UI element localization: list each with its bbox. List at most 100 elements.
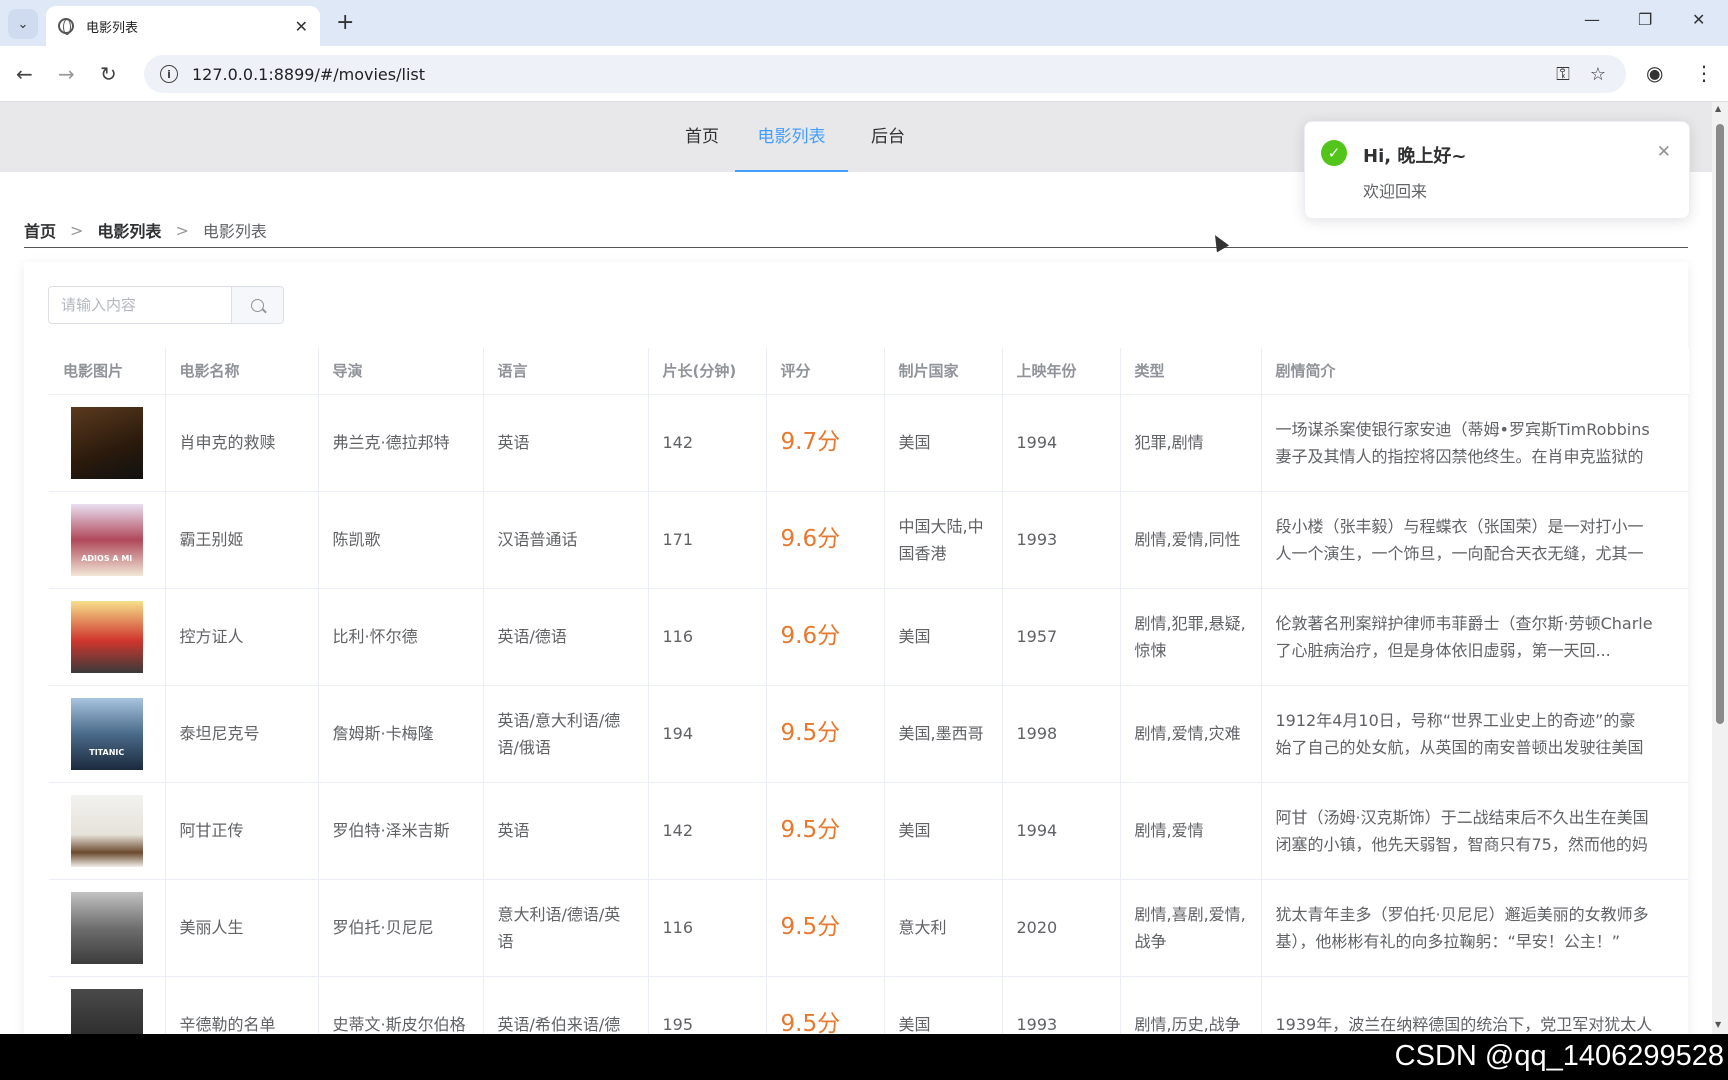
cell-genre: 剧情,喜剧,爱情,战争 — [1120, 879, 1262, 977]
url-text[interactable]: 127.0.0.1:8899/#/movies/list — [192, 65, 1556, 84]
breadcrumb-home[interactable]: 首页 — [24, 218, 56, 242]
country-text: 美国 — [898, 821, 931, 840]
tab-search-button[interactable]: ⌄ — [8, 9, 38, 39]
breadcrumb-separator: > — [175, 220, 189, 240]
movie-poster-image[interactable]: TITANIC — [70, 697, 143, 770]
cell-length: 142 — [648, 782, 767, 880]
cell-genre: 剧情,爱情 — [1120, 782, 1262, 880]
cell-description: 一场谋杀案使银行家安迪（蒂姆•罗宾斯TimRobbins 妻子及其情人的指控将囚禁… — [1261, 394, 1689, 492]
scroll-down-icon[interactable]: ▼ — [1715, 1020, 1721, 1029]
movie-name-text[interactable]: 肖申克的救赎 — [180, 433, 276, 452]
year-text: 1998 — [1016, 724, 1058, 743]
window-close-button[interactable]: ✕ — [1692, 10, 1705, 29]
year-text: 2020 — [1016, 918, 1058, 937]
browser-toolbar: ← → ↻ i 127.0.0.1:8899/#/movies/list ⚿ ☆… — [0, 46, 1728, 102]
tab-title: 电影列表 — [86, 20, 139, 36]
forward-icon[interactable]: → — [58, 62, 75, 86]
table-row: 美丽人生 罗伯托·贝尼尼 意大利语/德语/英语 116 9.5分 意大利 2020 剧情,喜剧… — [49, 879, 1689, 977]
page-scrollbar[interactable]: ▲ ▼ — [1712, 102, 1728, 1034]
profile-icon[interactable]: ◉ — [1646, 61, 1663, 85]
cell-director: 詹姆斯·卡梅隆 — [318, 685, 484, 783]
cell-score: 9.5分 — [766, 879, 885, 977]
cell-description: 1912年4月10日，号称“世界工业史上的奇迹”的豪 始了自己的处女航，从英国的南… — [1261, 685, 1689, 783]
country-text: 意大利 — [898, 918, 947, 937]
nav-item-home[interactable]: 首页 — [672, 102, 732, 172]
movie-poster-image[interactable] — [70, 794, 143, 867]
language-text: 意大利语/德语/英语 — [497, 904, 621, 951]
site-info-icon[interactable]: i — [160, 65, 178, 83]
cell-poster — [49, 394, 166, 492]
cell-movie-name: 泰坦尼克号 — [165, 685, 319, 783]
movie-poster-image[interactable] — [70, 406, 143, 479]
movie-poster-image[interactable] — [70, 988, 143, 1034]
cell-genre: 犯罪,剧情 — [1120, 394, 1262, 492]
star-icon[interactable]: ☆ — [1590, 64, 1606, 85]
nav-item-admin[interactable]: 后台 — [858, 102, 918, 172]
breadcrumb-section[interactable]: 电影列表 — [97, 218, 161, 242]
cell-length: 116 — [648, 879, 767, 977]
score-value: 9.6分 — [780, 525, 841, 552]
cell-year: 1998 — [1002, 685, 1121, 783]
search-icon — [251, 298, 264, 312]
length-text: 171 — [662, 530, 694, 549]
table-row: 辛德勒的名单 史蒂文·斯皮尔伯格 英语/希伯来语/德 195 9.5分 美国 1993 剧情,… — [49, 976, 1689, 1034]
genre-text: 剧情,爱情,灾难 — [1134, 724, 1241, 743]
director-text: 弗兰克·德拉邦特 — [332, 433, 450, 452]
column-header-score: 评分 — [766, 348, 885, 395]
cell-director: 罗伯托·贝尼尼 — [318, 879, 484, 977]
scroll-up-icon[interactable]: ▲ — [1715, 104, 1721, 113]
cell-description: 1939年，波兰在纳粹德国的统治下，党卫军对犹太人 — [1261, 976, 1689, 1034]
new-tab-button[interactable]: + — [336, 10, 354, 35]
tab-close-icon[interactable]: ✕ — [295, 17, 308, 36]
movie-name-text[interactable]: 阿甘正传 — [180, 821, 244, 840]
cell-language: 英语/意大利语/德语/俄语 — [483, 685, 649, 783]
movie-name-text[interactable]: 控方证人 — [180, 627, 244, 646]
cell-poster: ADIOS A MI — [49, 491, 166, 589]
column-header-description: 剧情简介 — [1261, 348, 1689, 395]
description-line: 段小楼（张丰毅）与程蝶衣（张国荣）是一对打小一 — [1275, 516, 1644, 536]
cell-director: 罗伯特·泽米吉斯 — [318, 782, 484, 880]
success-check-icon: ✓ — [1321, 140, 1347, 166]
notification-title: Hi, 晚上好~ — [1363, 146, 1467, 167]
welcome-notification: ✓ Hi, 晚上好~ 欢迎回来 ✕ — [1304, 121, 1690, 219]
movie-name-text[interactable]: 美丽人生 — [180, 918, 244, 937]
cell-language: 英语 — [483, 394, 649, 492]
length-text: 142 — [662, 821, 694, 840]
score-value: 9.5分 — [780, 1010, 841, 1035]
notification-close-icon[interactable]: ✕ — [1657, 142, 1671, 162]
poster-title-text: TITANIC — [89, 747, 125, 757]
search-box — [48, 286, 284, 324]
cell-score: 9.5分 — [766, 976, 885, 1035]
movie-name-text[interactable]: 霸王别姬 — [180, 530, 244, 549]
length-text: 194 — [662, 724, 694, 743]
language-text: 英语/德语 — [497, 627, 567, 646]
menu-icon[interactable]: ⋮ — [1694, 61, 1714, 85]
cell-year: 1993 — [1002, 976, 1121, 1034]
movie-poster-image[interactable] — [70, 600, 143, 673]
scrollbar-thumb[interactable] — [1716, 124, 1724, 724]
search-button[interactable] — [231, 287, 283, 323]
reload-icon[interactable]: ↻ — [100, 62, 117, 86]
table-row: TITANIC 泰坦尼克号 詹姆斯·卡梅隆 英语/意大利语/德语/俄语 194 9.5分 美… — [49, 685, 1689, 783]
browser-tab[interactable]: 电影列表 ✕ — [46, 6, 320, 46]
cell-poster — [49, 588, 166, 686]
length-text: 116 — [662, 627, 694, 646]
movie-poster-image[interactable] — [70, 891, 143, 964]
nav-item-movies[interactable]: 电影列表 — [735, 102, 848, 172]
address-bar[interactable]: i 127.0.0.1:8899/#/movies/list ⚿ ☆ — [144, 55, 1626, 93]
movie-name-text[interactable]: 辛德勒的名单 — [180, 1015, 276, 1034]
cell-country: 美国 — [884, 588, 1003, 686]
cell-country: 美国 — [884, 782, 1003, 880]
search-input[interactable] — [49, 287, 231, 323]
table-row: 肖申克的救赎 弗兰克·德拉邦特 英语 142 9.7分 美国 1994 犯罪,剧情 一场谋杀案使… — [49, 394, 1689, 492]
movie-poster-image[interactable]: ADIOS A MI — [70, 503, 143, 576]
back-icon[interactable]: ← — [16, 62, 33, 86]
cell-movie-name: 美丽人生 — [165, 879, 319, 977]
minimize-button[interactable]: — — [1584, 10, 1600, 29]
key-icon[interactable]: ⚿ — [1556, 64, 1570, 85]
breadcrumb-current: 电影列表 — [202, 222, 267, 241]
restore-button[interactable]: ❐ — [1638, 10, 1652, 29]
movie-name-text[interactable]: 泰坦尼克号 — [180, 724, 260, 743]
year-text: 1993 — [1016, 1015, 1058, 1034]
description-line: 一场谋杀案使银行家安迪（蒂姆•罗宾斯TimRobbins — [1275, 419, 1650, 439]
